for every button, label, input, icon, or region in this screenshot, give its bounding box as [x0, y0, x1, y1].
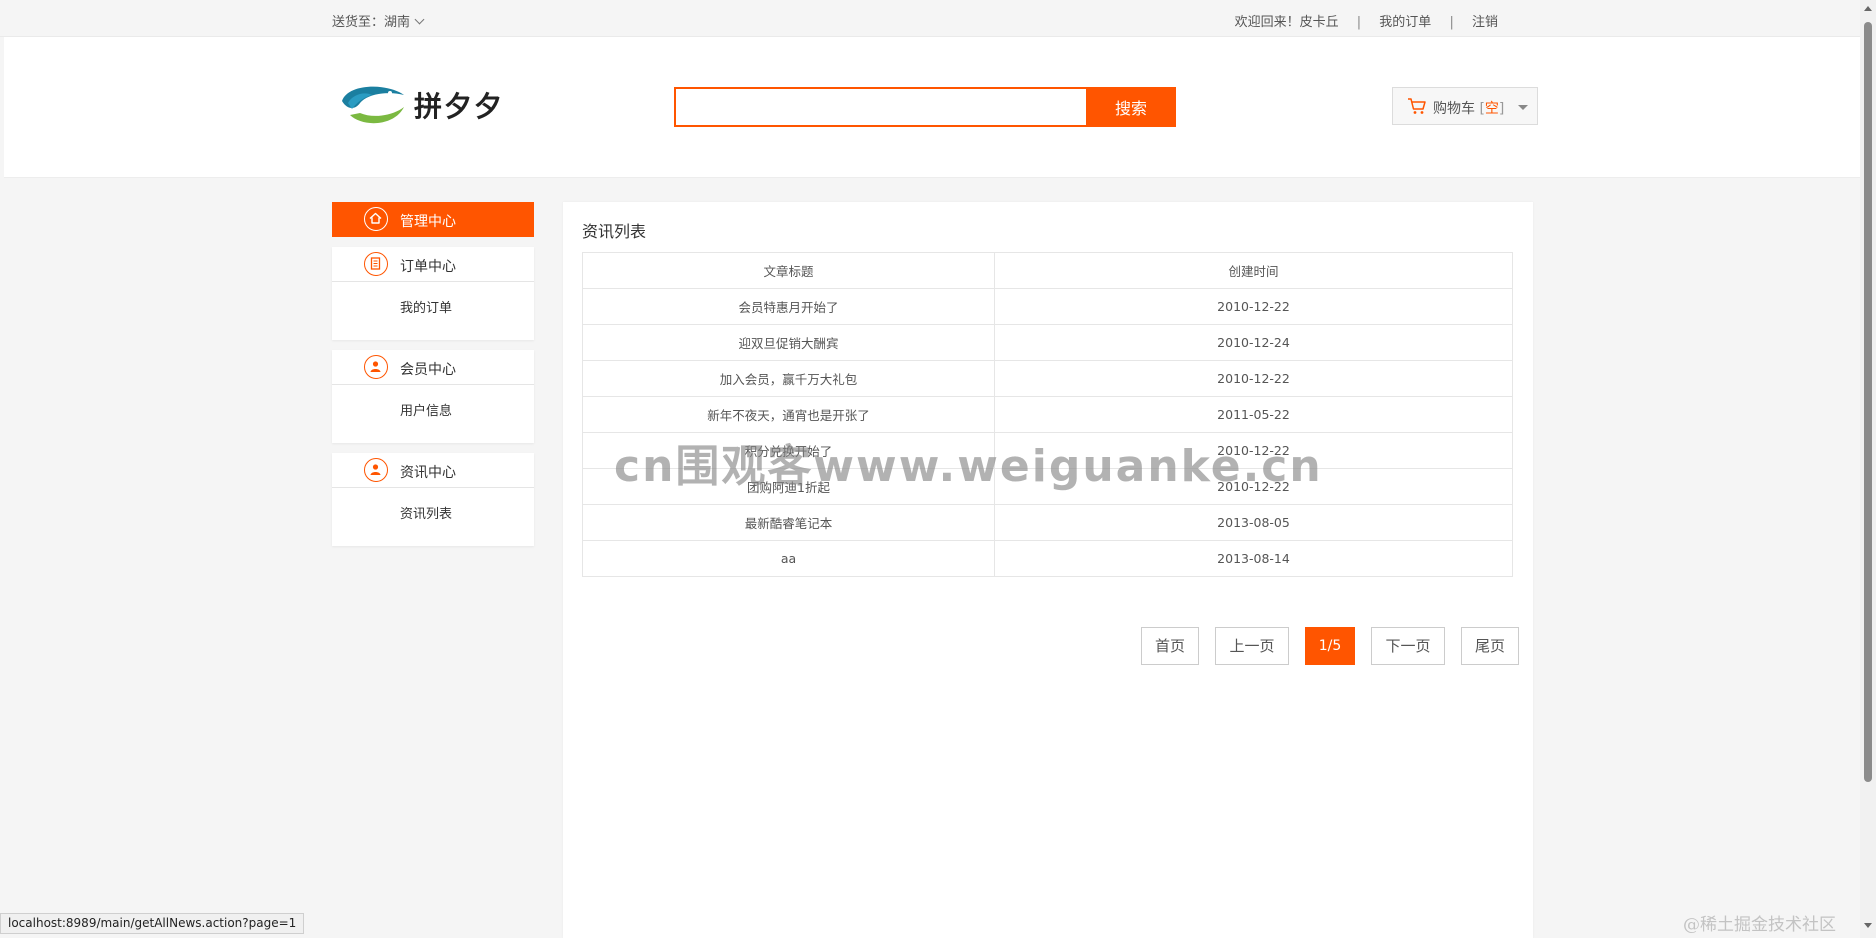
- news-date-cell: 2011-05-22: [994, 396, 1513, 433]
- page-title: 资讯列表: [582, 222, 647, 241]
- news-title-cell[interactable]: 团购阿迪1折起: [582, 468, 995, 505]
- my-orders-link[interactable]: 我的订单: [1379, 11, 1431, 30]
- table-row[interactable]: 加入会员，赢千万大礼包 2010-12-22: [582, 360, 1513, 397]
- delivery-location-label: 送货至：湖南: [332, 15, 411, 30]
- sidebar-link-news-list[interactable]: 资讯列表: [400, 503, 452, 522]
- news-title-cell[interactable]: 最新酷睿笔记本: [582, 504, 995, 541]
- table-row[interactable]: 新年不夜天，通宵也是开张了 2011-05-22: [582, 396, 1513, 433]
- logo-icon: [340, 85, 404, 125]
- table-row[interactable]: aa 2013-08-14: [582, 540, 1513, 577]
- cart-bracket-close: ]: [1498, 101, 1505, 117]
- sidebar-section-body: 资讯列表: [332, 488, 534, 546]
- search-bar: 搜索: [674, 87, 1176, 127]
- sidebar-section-label: 资讯中心: [400, 465, 456, 481]
- sidebar-section-body: 我的订单: [332, 282, 534, 340]
- cart-button[interactable]: 购物车 [空]: [1392, 87, 1538, 125]
- table-row[interactable]: 团购阿迪1折起 2010-12-22: [582, 468, 1513, 505]
- pagination-last-button[interactable]: 尾页: [1461, 627, 1519, 665]
- site-logo[interactable]: 拼夕夕: [338, 81, 528, 129]
- chevron-down-icon: [414, 14, 425, 25]
- sidebar-item-label: 管理中心: [400, 214, 456, 230]
- sidebar: 管理中心 订单中心 我的订单 会员中心 用户信息 资讯中心 资讯列表: [332, 202, 534, 556]
- news-date-cell: 2013-08-14: [994, 540, 1513, 577]
- separator: |: [1449, 15, 1454, 30]
- home-icon: [364, 207, 388, 231]
- news-title-cell[interactable]: 新年不夜天，通宵也是开张了: [582, 396, 995, 433]
- table-row[interactable]: 积分兑换开始了 2010-12-22: [582, 432, 1513, 469]
- news-date-cell: 2010-12-22: [994, 432, 1513, 469]
- pagination-current-page: 1/5: [1305, 627, 1355, 665]
- pagination-prev-button[interactable]: 上一页: [1215, 627, 1289, 665]
- logout-link[interactable]: 注销: [1472, 11, 1498, 30]
- cart-status: 空: [1484, 101, 1499, 117]
- sidebar-link-my-orders[interactable]: 我的订单: [400, 297, 452, 316]
- table-row[interactable]: 会员特惠月开始了 2010-12-22: [582, 288, 1513, 325]
- sidebar-section-header[interactable]: 资讯中心: [332, 453, 534, 488]
- scroll-down-icon[interactable]: [1864, 923, 1872, 928]
- table-row[interactable]: 最新酷睿笔记本 2013-08-05: [582, 504, 1513, 541]
- scroll-up-icon[interactable]: [1864, 6, 1872, 11]
- vertical-scrollbar[interactable]: [1860, 0, 1876, 938]
- credit-watermark: @稀土掘金技术社区: [1683, 915, 1836, 935]
- news-title-cell[interactable]: 迎双旦促销大酬宾: [582, 324, 995, 361]
- news-date-cell: 2010-12-22: [994, 360, 1513, 397]
- pagination-next-button[interactable]: 下一页: [1371, 627, 1445, 665]
- sidebar-section-body: 用户信息: [332, 385, 534, 443]
- sidebar-link-user-info[interactable]: 用户信息: [400, 400, 452, 419]
- news-date-cell: 2010-12-24: [994, 324, 1513, 361]
- caret-down-icon: [1518, 105, 1528, 110]
- scrollbar-thumb[interactable]: [1864, 22, 1872, 782]
- news-date-cell: 2010-12-22: [994, 468, 1513, 505]
- logo-text: 拼夕夕: [414, 90, 505, 123]
- welcome-text: 欢迎回来！皮卡丘: [1234, 15, 1339, 30]
- browser-status-bar: localhost:8989/main/getAllNews.action?pa…: [0, 913, 305, 934]
- news-title-cell[interactable]: 积分兑换开始了: [582, 432, 995, 469]
- separator: |: [1356, 15, 1362, 30]
- delivery-location-selector[interactable]: 送货至：湖南: [332, 11, 425, 30]
- table-header-row: 文章标题 创建时间: [582, 252, 1513, 289]
- sidebar-section-news: 资讯中心 资讯列表: [332, 453, 534, 546]
- document-icon: [364, 252, 388, 276]
- news-date-cell: 2010-12-22: [994, 288, 1513, 325]
- pagination-first-button[interactable]: 首页: [1141, 627, 1199, 665]
- sidebar-section-label: 会员中心: [400, 362, 456, 378]
- cart-icon: [1408, 98, 1426, 114]
- column-header-title: 文章标题: [582, 252, 995, 289]
- news-title-cell[interactable]: 加入会员，赢千万大礼包: [582, 360, 995, 397]
- news-date-cell: 2013-08-05: [994, 504, 1513, 541]
- news-title-cell[interactable]: 会员特惠月开始了: [582, 288, 995, 325]
- top-bar: 送货至：湖南 欢迎回来！皮卡丘 | 我的订单 | 注销: [0, 0, 1860, 37]
- sidebar-section-label: 订单中心: [400, 259, 456, 275]
- site-header: 拼夕夕 搜索 购物车 [空]: [4, 37, 1860, 178]
- cart-label-group: 购物车 [空]: [1433, 98, 1504, 118]
- column-header-created: 创建时间: [994, 252, 1513, 289]
- user-links: 欢迎回来！皮卡丘 | 我的订单 | 注销: [1235, 11, 1498, 30]
- sidebar-section-header[interactable]: 会员中心: [332, 350, 534, 385]
- search-button[interactable]: 搜索: [1086, 87, 1176, 127]
- user-icon: [364, 458, 388, 482]
- sidebar-section-members: 会员中心 用户信息: [332, 350, 534, 443]
- sidebar-section-orders: 订单中心 我的订单: [332, 247, 534, 340]
- main-content: 资讯列表 文章标题 创建时间 会员特惠月开始了 2010-12-22 迎双旦促销大…: [563, 202, 1533, 938]
- cart-label: 购物车: [1433, 101, 1475, 117]
- user-icon: [364, 355, 388, 379]
- sidebar-item-management-center[interactable]: 管理中心: [332, 202, 534, 237]
- search-input[interactable]: [674, 87, 1088, 127]
- news-table: 文章标题 创建时间 会员特惠月开始了 2010-12-22 迎双旦促销大酬宾 201…: [582, 252, 1513, 577]
- news-title-cell[interactable]: aa: [582, 540, 995, 577]
- table-row[interactable]: 迎双旦促销大酬宾 2010-12-24: [582, 324, 1513, 361]
- sidebar-section-header[interactable]: 订单中心: [332, 247, 534, 282]
